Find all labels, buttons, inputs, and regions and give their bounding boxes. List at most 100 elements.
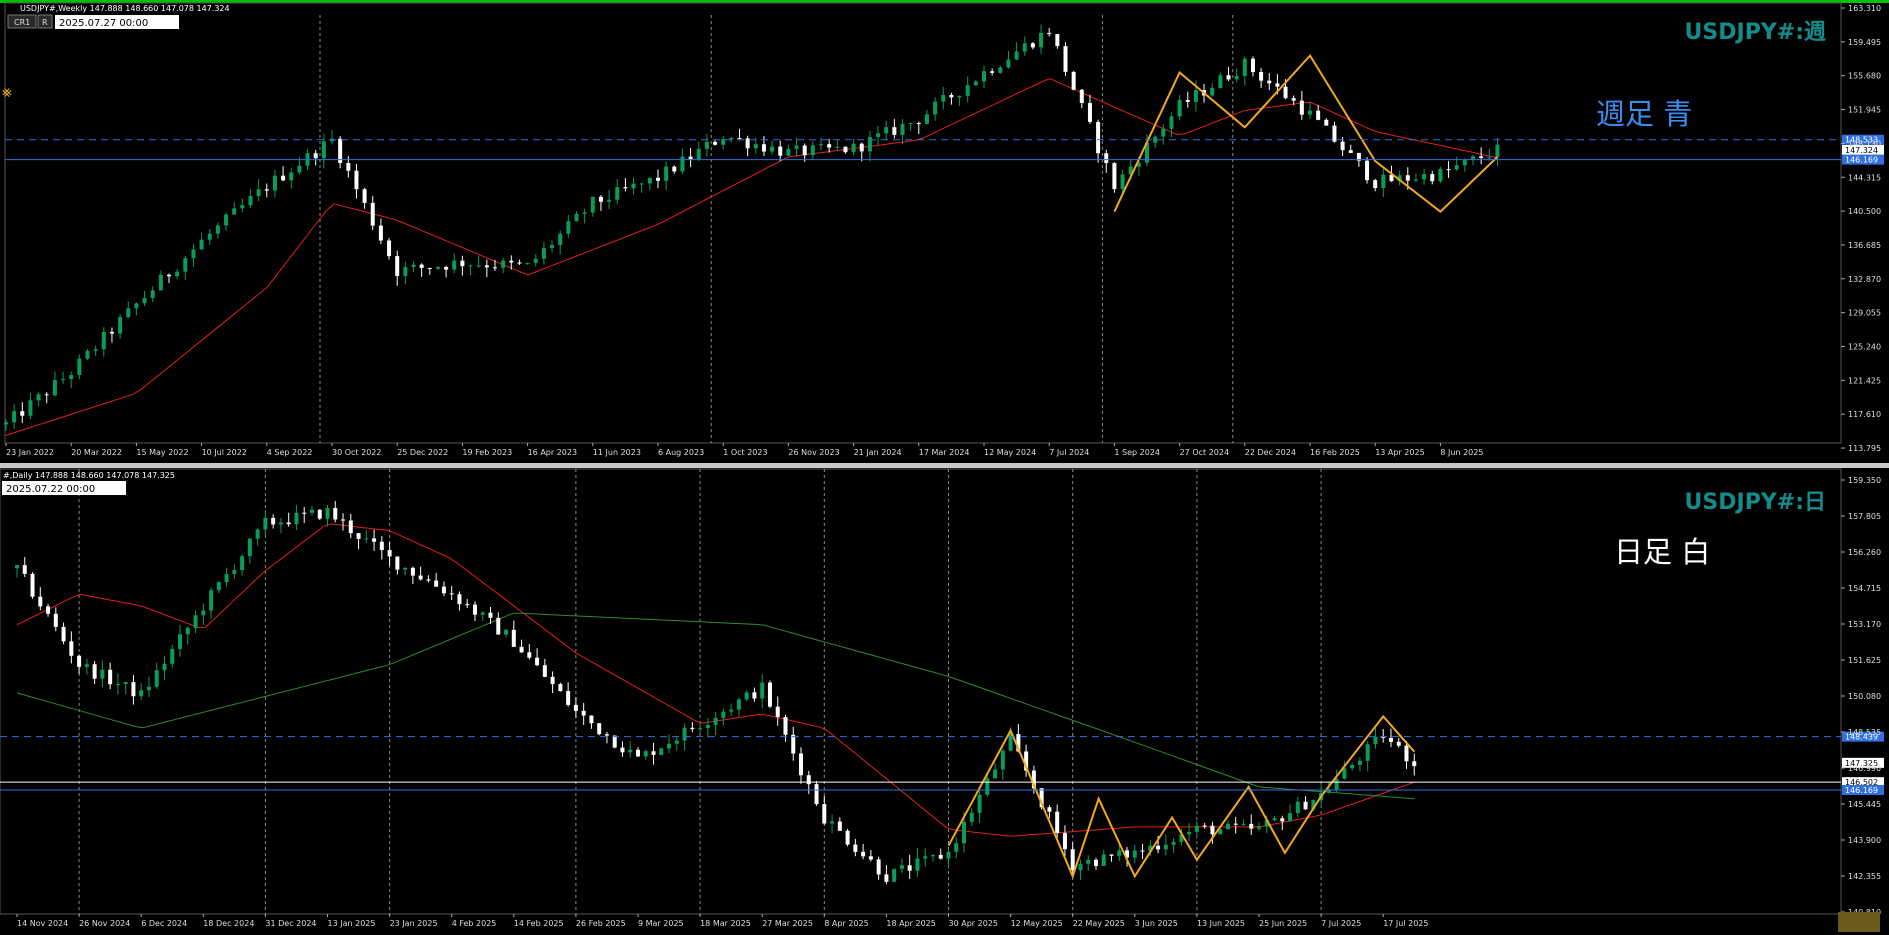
- dy-x-tick-label: 17 Jul 2025: [1383, 919, 1428, 928]
- dy-candle-body: [387, 550, 392, 557]
- wk-candle-body: [1153, 136, 1158, 143]
- dy-candle-body: [139, 690, 144, 697]
- wk-candle-body: [1438, 169, 1443, 182]
- dy-candle-body: [667, 743, 672, 749]
- wk-y-tick-label: 125.240: [1848, 343, 1881, 352]
- wk-candle-body: [761, 144, 766, 152]
- wk-candle-body: [1104, 153, 1109, 164]
- dy-candle-body: [1272, 818, 1277, 821]
- dy-candle-body: [1280, 818, 1285, 822]
- wk-candle-body: [1250, 58, 1255, 73]
- wk-candle-body: [729, 137, 734, 140]
- wk-candle-body: [541, 248, 546, 259]
- dy-candle-body: [123, 682, 128, 685]
- dy-candle-body: [698, 728, 703, 730]
- dy-candle-body: [938, 854, 943, 859]
- dy-candle-body: [892, 868, 897, 882]
- dy-candle-body: [752, 692, 757, 699]
- dy-candle-body: [1000, 750, 1005, 770]
- dy-candle-body: [193, 615, 198, 628]
- dy-candle-body: [1117, 850, 1122, 856]
- wk-x-tick-label: 10 Jul 2022: [202, 448, 247, 457]
- dy-candle-body: [1132, 850, 1137, 858]
- wk-candle-body: [533, 258, 538, 263]
- wk-candle-body: [1454, 165, 1459, 170]
- dy-candle-body: [457, 594, 462, 605]
- wk-candle-body: [941, 94, 946, 102]
- dy-candle-body: [783, 716, 788, 735]
- wk-candle-body: [1405, 175, 1410, 181]
- wk-candle-body: [435, 267, 440, 269]
- dy-candle-body: [845, 830, 850, 845]
- wk-candle-body: [949, 94, 954, 98]
- dy-candle-body: [1365, 744, 1370, 761]
- wk-candle-body: [835, 146, 840, 148]
- dy-x-tick-label: 14 Nov 2024: [17, 919, 68, 928]
- wk-candle-body: [468, 265, 473, 267]
- dy-candle-body: [1078, 863, 1083, 871]
- dy-candle-body: [930, 854, 935, 857]
- dy-candle-body: [985, 778, 990, 795]
- dy-candle-body: [597, 723, 602, 735]
- wk-candle-body: [1079, 89, 1084, 103]
- wk-y-tick-label: 140.500: [1848, 207, 1881, 216]
- weekly-info-text: USDJPY#,Weekly 147.888 148.660 147.078 1…: [20, 4, 230, 13]
- dy-candle-body: [341, 519, 346, 521]
- wk-candle-body: [574, 213, 579, 222]
- wk-candle-body: [264, 189, 269, 191]
- dy-candle-body: [162, 663, 167, 671]
- dy-candle-body: [263, 517, 268, 530]
- wk-x-tick-label: 17 Mar 2024: [919, 448, 970, 457]
- dy-candle-body: [636, 749, 640, 757]
- wk-candle-body: [607, 199, 612, 202]
- wk-candle-body: [1275, 83, 1280, 87]
- dy-candle-body: [791, 734, 796, 754]
- wk-candle-body: [36, 394, 41, 401]
- wk-candle-body: [484, 265, 489, 268]
- wk-candle-body: [1446, 169, 1451, 171]
- wk-candle-body: [647, 177, 652, 184]
- dy-candle-body: [356, 533, 361, 539]
- dy-candle-body: [1233, 823, 1238, 825]
- wk-candle-body: [1308, 110, 1312, 115]
- dy-candle-body: [581, 710, 586, 716]
- wk-candle-body: [118, 317, 123, 334]
- dy-candle-body: [1202, 825, 1207, 827]
- dy-candle-body: [830, 821, 835, 824]
- panel-separator[interactable]: [0, 463, 1889, 468]
- wk-candle-body: [69, 375, 74, 380]
- dy-y-tick-label: 148.535: [1848, 728, 1881, 737]
- wk-candle-body: [61, 379, 66, 381]
- dy-y-tick-label: 150.080: [1848, 692, 1881, 701]
- dy-candle-body: [441, 586, 446, 594]
- dy-candle-body: [1342, 768, 1347, 779]
- wk-candle-body: [1210, 87, 1215, 96]
- wk-candle-body: [688, 156, 693, 160]
- wk-candle-body: [1479, 156, 1484, 159]
- dy-candle-body: [1404, 745, 1409, 762]
- wk-candle-body: [1462, 159, 1467, 166]
- wk-candle-body: [1283, 86, 1288, 99]
- dy-x-tick-label: 26 Feb 2025: [576, 919, 626, 928]
- wk-candle-body: [167, 274, 171, 277]
- dy-candle-body: [418, 575, 423, 580]
- wk-y-tick-label: 144.315: [1848, 173, 1881, 182]
- wk-candle-body: [476, 265, 481, 267]
- wk-x-tick-label: 20 Mar 2022: [71, 448, 122, 457]
- wk-candle-body: [973, 81, 978, 86]
- wk-candle-body: [1259, 72, 1264, 81]
- dy-candle-body: [488, 612, 493, 618]
- wk-candle-body: [550, 244, 555, 249]
- wk-candle-body: [704, 141, 709, 149]
- dy-candle-body: [573, 704, 578, 711]
- wk-candle-body: [558, 233, 563, 245]
- dy-candle-body: [511, 629, 516, 647]
- dy-candle-body: [364, 538, 369, 540]
- wk-candle-body: [876, 133, 881, 137]
- dy-x-tick-label: 18 Mar 2025: [700, 919, 751, 928]
- wk-candle-body: [998, 67, 1003, 73]
- dy-candle-body: [247, 538, 252, 557]
- wk-candle-body: [525, 262, 530, 264]
- wk-candle-body: [794, 145, 799, 149]
- wk-x-tick-label: 1 Sep 2024: [1114, 448, 1160, 457]
